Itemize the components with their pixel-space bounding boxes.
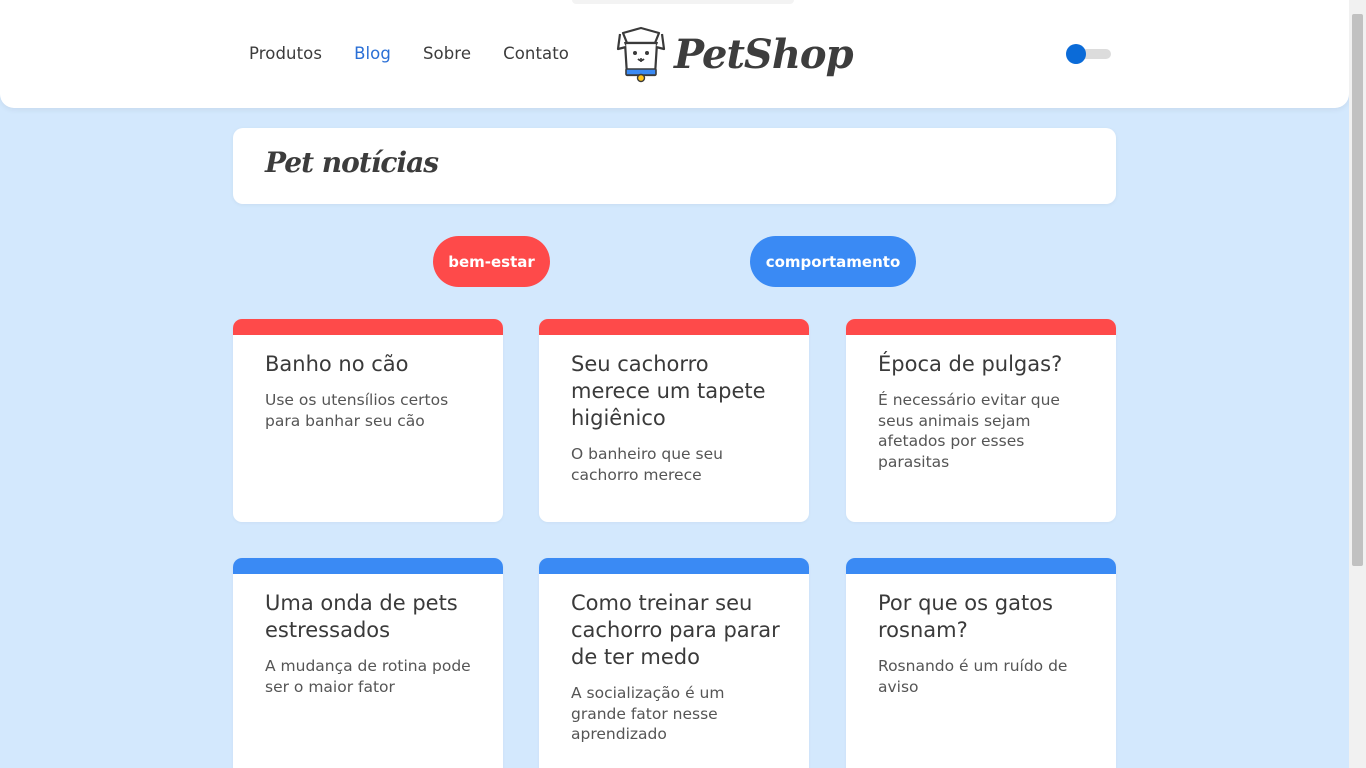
category-bar [846,319,1116,335]
main-nav: Produtos Blog Sobre Contato [249,44,569,63]
card-description: Rosnando é um ruído de aviso [878,657,1068,696]
card-description: A socialização é um grande fator nesse a… [571,684,725,743]
page-scrollbar[interactable] [1349,0,1366,768]
logo-text: PetShop [674,30,854,78]
news-card[interactable]: Por que os gatos rosnam? Rosnando é um r… [846,558,1116,768]
filter-bem-estar-button[interactable]: bem-estar [433,236,550,287]
filter-comportamento-button[interactable]: comportamento [750,236,916,287]
card-title: Uma onda de pets estressados [265,591,458,642]
category-bar [233,319,503,335]
news-card[interactable]: Como treinar seu cachorro para parar de … [539,558,809,768]
news-card[interactable]: Uma onda de pets estressados A mudança d… [233,558,503,768]
card-title: Por que os gatos rosnam? [878,591,1053,642]
card-title: Banho no cão [265,352,409,376]
category-bar [539,558,809,574]
news-card[interactable]: Época de pulgas? É necessário evitar que… [846,319,1116,522]
site-logo[interactable]: PetShop [615,25,854,83]
category-bar [846,558,1116,574]
scrollbar-thumb[interactable] [1352,14,1363,566]
card-description: É necessário evitar que seus animais sej… [878,391,1060,471]
toggle-knob [1066,44,1086,64]
nav-item-produtos[interactable]: Produtos [249,44,322,63]
category-bar [539,319,809,335]
theme-toggle[interactable] [1065,43,1112,65]
news-card[interactable]: Banho no cão Use os utensílios certos pa… [233,319,503,522]
dog-in-box-icon [616,26,666,83]
card-description: A mudança de rotina pode ser o maior fat… [265,657,471,696]
category-bar [233,558,503,574]
card-description: Use os utensílios certos para banhar seu… [265,391,449,430]
card-title: Como treinar seu cachorro para parar de … [571,591,780,669]
card-title: Época de pulgas? [878,352,1063,376]
nav-item-sobre[interactable]: Sobre [423,44,471,63]
page-title: Pet notícias [265,146,439,179]
nav-item-blog[interactable]: Blog [354,44,391,63]
card-title: Seu cachorro merece um tapete higiênico [571,352,766,430]
page-title-box: Pet notícias [233,128,1116,204]
news-card[interactable]: Seu cachorro merece um tapete higiênico … [539,319,809,522]
site-header: Produtos Blog Sobre Contato PetShop [0,0,1349,108]
nav-item-contato[interactable]: Contato [503,44,569,63]
card-description: O banheiro que seu cachorro merece [571,445,723,484]
